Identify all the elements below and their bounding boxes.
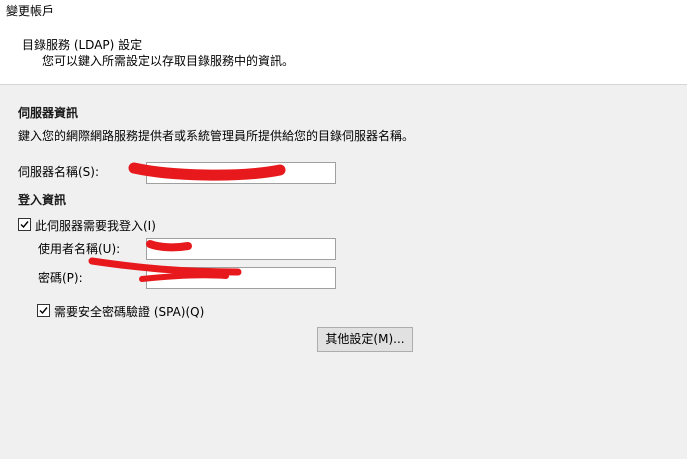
window-title: 變更帳戶 (6, 4, 55, 18)
server-name-input[interactable] (146, 162, 336, 184)
requires-login-label: 此伺服器需要我登入(I) (35, 219, 156, 233)
password-input[interactable] (146, 267, 336, 289)
login-info-heading: 登入資訊 (18, 193, 67, 207)
spa-label: 需要安全密碼驗證 (SPA)(Q) (54, 305, 205, 319)
more-settings-button[interactable]: 其他設定(M)... (317, 327, 413, 352)
page-description: 您可以鍵入所需設定以存取目錄服務中的資訊。 (42, 54, 295, 68)
server-info-description: 鍵入您的網際網路服務提供者或系統管理員所提供給您的目錄伺服器名稱。 (18, 129, 415, 143)
server-name-label: 伺服器名稱(S): (18, 165, 100, 179)
header-panel: 目錄服務 (LDAP) 設定 您可以鍵入所需設定以存取目錄服務中的資訊。 (0, 22, 687, 85)
password-label: 密碼(P): (38, 271, 83, 285)
requires-login-checkbox[interactable] (18, 218, 31, 231)
server-info-heading: 伺服器資訊 (18, 106, 79, 120)
checkmark-icon (39, 307, 48, 315)
username-label: 使用者名稱(U): (38, 242, 121, 256)
page-title: 目錄服務 (LDAP) 設定 (22, 38, 143, 52)
username-input[interactable] (146, 238, 336, 260)
title-bar: 變更帳戶 (0, 0, 687, 22)
checkmark-icon (20, 221, 29, 229)
spa-checkbox[interactable] (37, 304, 50, 317)
